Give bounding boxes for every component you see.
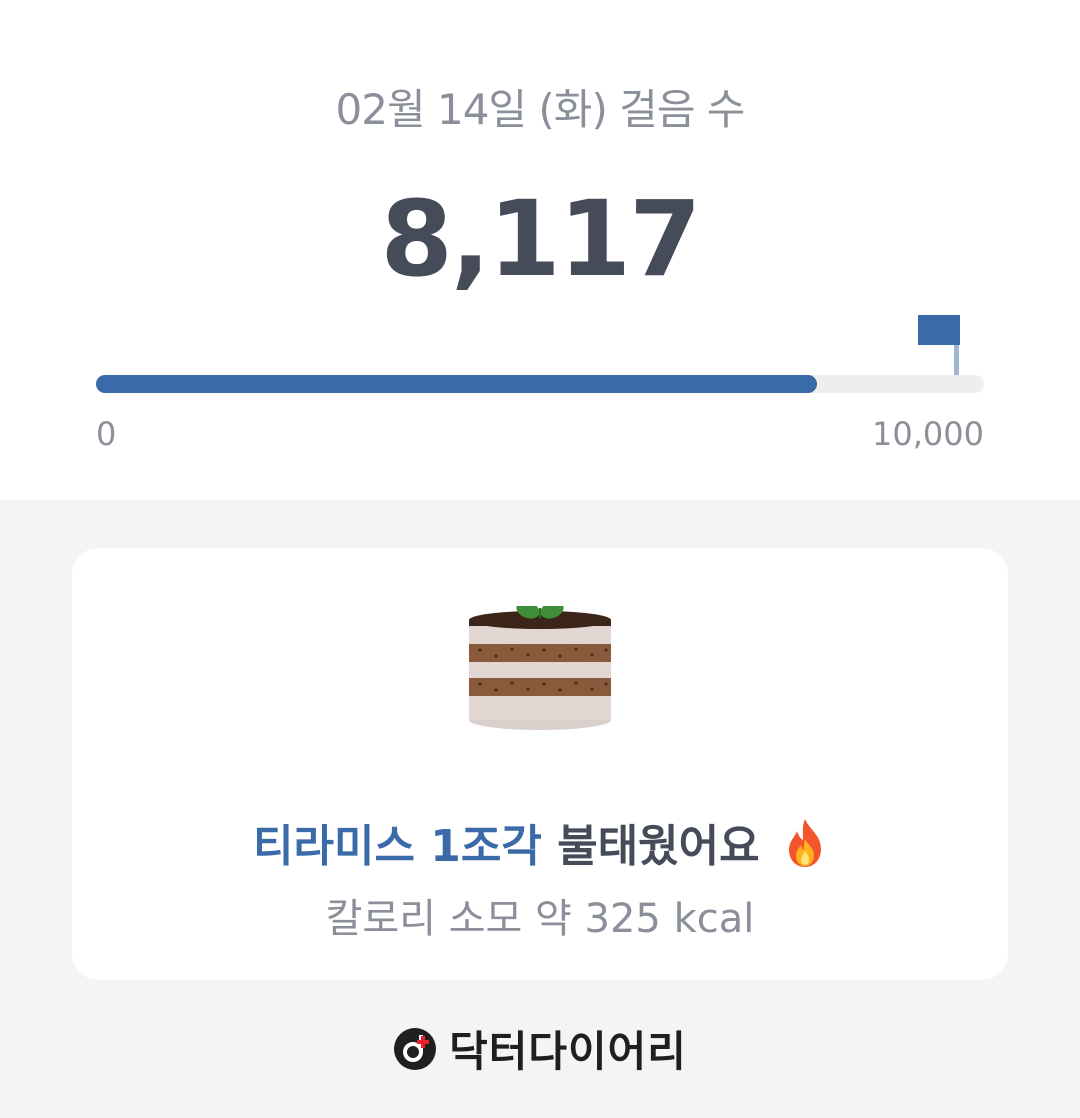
calorie-burn-card: 티라미스 1조각 불태웠어요 칼로리 소모 약 325 kcal [72, 548, 1008, 980]
progress-max-label: 10,000 [872, 415, 984, 453]
brand-name: 닥터다이어리 [449, 1027, 687, 1076]
burned-food-label: 티라미스 1조각 [253, 821, 542, 872]
date-title: 02월 14일 (화) 걸음 수 [335, 85, 746, 134]
doctor-diary-logo-icon [394, 1027, 437, 1070]
burn-headline: 티라미스 1조각 불태웠어요 [72, 810, 1008, 874]
tiramisu-cake-icon [469, 606, 611, 730]
step-progress-fill [96, 375, 817, 393]
step-count: 8,117 [380, 178, 702, 300]
brand-footer: 닥터다이어리 [0, 1018, 1080, 1078]
goal-flag-icon [918, 315, 960, 377]
burned-text: 불태웠어요 [557, 821, 760, 872]
step-summary-panel: 02월 14일 (화) 걸음 수 8,117 0 10,000 [0, 0, 1080, 500]
progress-min-label: 0 [96, 415, 117, 453]
fire-icon [788, 819, 821, 867]
step-progress-bar [96, 375, 984, 393]
flag-cloth [918, 315, 960, 345]
calorie-burn-text: 칼로리 소모 약 325 kcal [325, 896, 755, 942]
